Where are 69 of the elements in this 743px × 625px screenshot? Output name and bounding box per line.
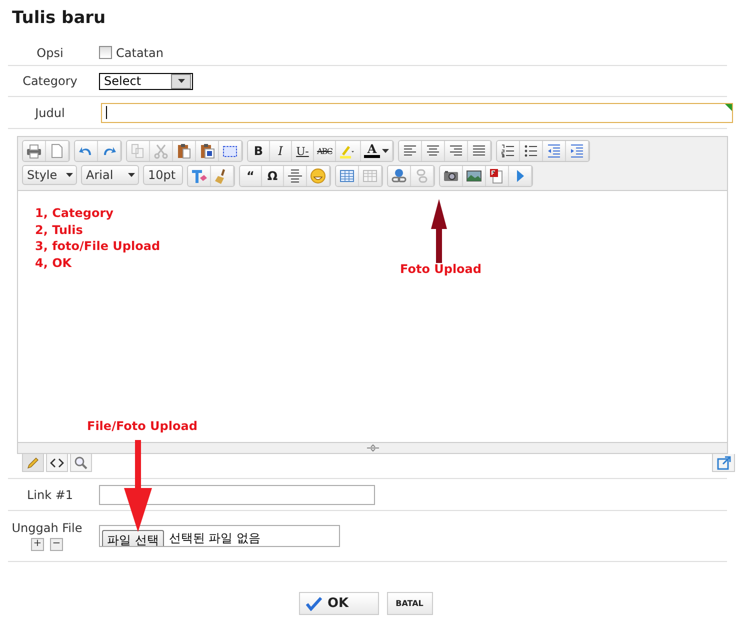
file-status: 선택된 파일 없음 — [168, 530, 260, 546]
selection-icon[interactable] — [219, 141, 242, 161]
page-title: Tulis baru — [11, 7, 107, 30]
toolbar-dropdown[interactable]: 10pt — [143, 165, 183, 185]
list-item: 2, Tulis — [35, 222, 83, 238]
table-icon[interactable] — [336, 166, 359, 186]
cancel-button[interactable]: BATAL — [386, 592, 432, 615]
clipboard-icon[interactable] — [173, 141, 196, 161]
special-character-button[interactable]: Ω — [262, 166, 284, 186]
checkbox[interactable] — [99, 46, 112, 59]
align-center-icon[interactable] — [422, 141, 445, 161]
magnifier-icon[interactable] — [70, 454, 92, 472]
arrow — [430, 199, 448, 263]
font-color-button[interactable]: A — [361, 141, 393, 161]
brush-icon[interactable] — [211, 166, 234, 186]
align-right-icon[interactable] — [445, 141, 468, 161]
external-window-icon[interactable] — [712, 454, 735, 472]
link-field[interactable] — [99, 484, 375, 504]
caret-icon — [382, 149, 389, 153]
printer-icon[interactable] — [23, 141, 46, 161]
add-button[interactable]: + — [31, 538, 44, 551]
align-left-icon[interactable] — [399, 141, 422, 161]
field-label: Link #1 — [26, 488, 74, 502]
list-item: 1, Category — [35, 205, 114, 222]
pencil-icon[interactable] — [22, 454, 44, 472]
justify-icon[interactable] — [468, 141, 491, 161]
list-item: 4, OK — [35, 254, 72, 272]
italic-button[interactable]: I — [270, 141, 292, 161]
caret-icon — [66, 173, 73, 177]
annotation-label: Foto Upload — [400, 262, 482, 276]
numbered-list-icon[interactable] — [497, 141, 520, 161]
camera-icon[interactable] — [440, 166, 463, 186]
strikethrough-button[interactable]: ABC — [314, 141, 336, 161]
quote-button[interactable]: “ — [240, 166, 262, 186]
field-label: Category — [22, 74, 78, 88]
toolbar-dropdown[interactable]: Style — [22, 165, 77, 185]
title-field[interactable] — [101, 102, 733, 122]
clipboard-icon[interactable] — [196, 141, 219, 161]
redo-icon[interactable] — [98, 141, 121, 161]
play-icon[interactable] — [509, 166, 532, 186]
flash-icon[interactable] — [486, 166, 509, 186]
indent-icon[interactable] — [566, 141, 589, 161]
toolbar-dropdown[interactable]: Arial — [81, 165, 139, 185]
page-icon[interactable] — [46, 141, 69, 161]
remove-button[interactable]: − — [50, 538, 63, 551]
field-label: Opsi — [36, 46, 64, 60]
bulleted-list-icon[interactable] — [520, 141, 543, 161]
field-label: Unggah File — [12, 521, 82, 535]
bold-button[interactable]: B — [248, 141, 270, 161]
file-field[interactable]: 파일 선택 선택된 파일 없음 — [99, 525, 340, 547]
link-icon[interactable] — [388, 166, 411, 186]
field-label: Judul — [34, 106, 66, 120]
undo-icon[interactable] — [75, 141, 98, 161]
image-icon[interactable] — [463, 166, 486, 186]
smiley-icon[interactable] — [307, 166, 330, 186]
outdent-icon[interactable] — [543, 141, 566, 161]
resize-handle-icon[interactable] — [366, 444, 380, 452]
check-icon — [306, 596, 322, 610]
eraser-icon[interactable] — [188, 166, 211, 186]
caret-icon — [128, 173, 135, 177]
code-icon[interactable] — [46, 454, 68, 472]
choose-file-button[interactable]: 파일 선택 — [102, 530, 164, 546]
ok-button[interactable]: OK — [298, 592, 378, 615]
annotation-label: File/Foto Upload — [87, 419, 198, 433]
list-item: 3, foto/File Upload — [35, 238, 160, 255]
underline-button[interactable]: U- — [292, 141, 314, 161]
category-dropdown[interactable]: Select — [99, 72, 193, 90]
checkbox-label: Catatan — [116, 46, 164, 60]
caret-icon — [178, 79, 184, 83]
